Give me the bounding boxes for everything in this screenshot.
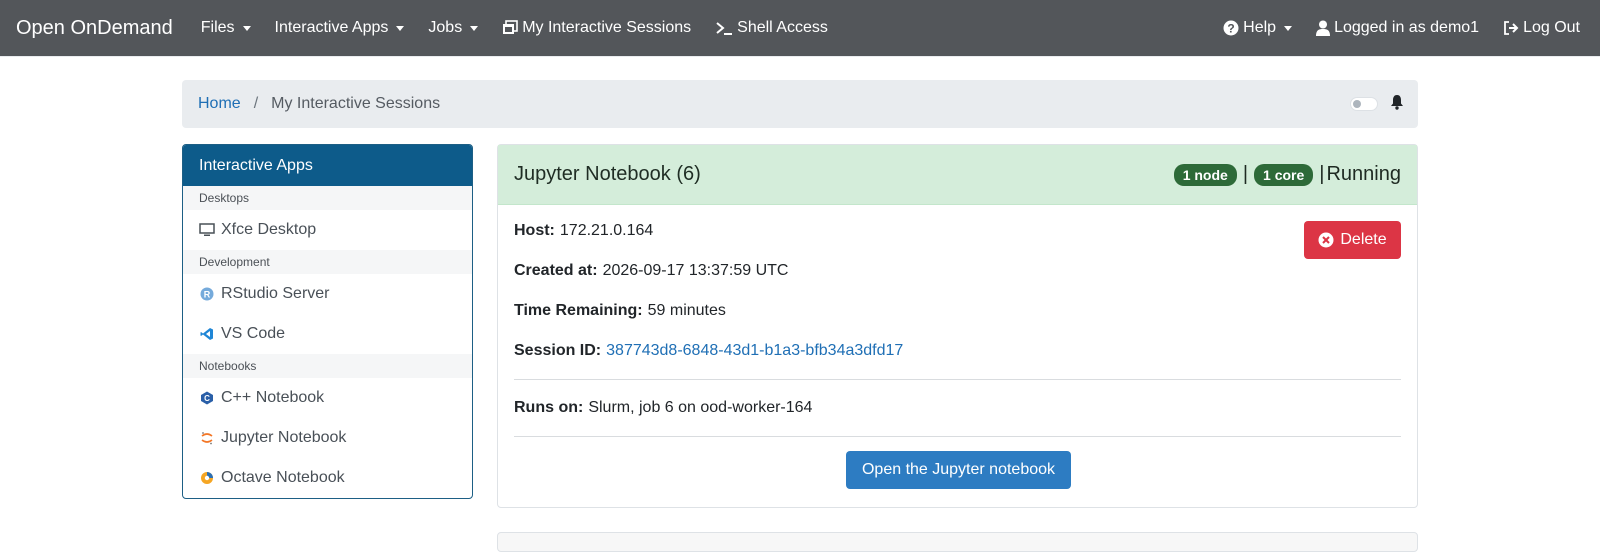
sidebar-item-rstudio-server[interactable]: R RStudio Server (183, 274, 472, 314)
nav-files[interactable]: Files (189, 19, 263, 37)
runs-on-value: Slurm, job 6 on ood-worker-164 (588, 399, 813, 416)
host-value: 172.21.0.164 (559, 222, 654, 239)
sidebar-item-label: RStudio Server (221, 285, 330, 302)
nav-interactive-apps-label: Interactive Apps (274, 19, 389, 36)
times-circle-icon (1318, 232, 1334, 248)
session-status-area: 1 node | 1 core | Running (1170, 163, 1401, 186)
sidebar-item-label: C++ Notebook (221, 389, 325, 406)
svg-text:R: R (204, 290, 211, 300)
time-remaining-label: Time Remaining: (514, 302, 643, 319)
divider (514, 379, 1401, 380)
rstudio-icon: R (199, 286, 215, 302)
toggle-knob (1353, 100, 1361, 108)
runs-on-label: Runs on: (514, 399, 584, 416)
interactive-apps-sidebar: Interactive Apps Desktops Xfce Desktop D… (182, 144, 473, 499)
sidebar-title: Interactive Apps (183, 145, 472, 186)
nav-interactive-apps[interactable]: Interactive Apps (263, 19, 417, 37)
session-card: Jupyter Notebook (6) 1 node | 1 core | R… (497, 144, 1418, 508)
delete-button-label: Delete (1340, 231, 1387, 248)
nav-my-interactive-sessions[interactable]: My Interactive Sessions (490, 19, 703, 37)
nav-user-label: Logged in as demo1 (1334, 19, 1480, 36)
session-card-body: Host: 172.21.0.164 Created at: 2026-09-1… (498, 205, 1417, 489)
nav-logout[interactable]: Log Out (1491, 19, 1592, 37)
nav-shell-access-label: Shell Access (737, 19, 828, 36)
nav-right-group: ? Help Logged in as demo1 Log Out (1211, 19, 1592, 37)
breadcrumb: Home / My Interactive Sessions (182, 80, 1418, 128)
nav-jobs-label: Jobs (428, 19, 463, 36)
sidebar-item-xfce-desktop[interactable]: Xfce Desktop (183, 210, 472, 250)
sidebar-category-development: Development (183, 250, 472, 274)
bell-icon (1390, 94, 1404, 115)
svg-text:C: C (204, 394, 210, 403)
status-separator: | (1319, 163, 1325, 185)
time-remaining-value: 59 minutes (647, 302, 726, 319)
session-id-label: Session ID: (514, 342, 602, 359)
sidebar-category-desktops: Desktops (183, 186, 472, 210)
divider (514, 436, 1401, 437)
navbar-divider (0, 56, 1600, 57)
breadcrumb-separator: / (253, 95, 259, 112)
created-value: 2026-09-17 13:37:59 UTC (602, 262, 789, 279)
nodes-badge: 1 node (1173, 163, 1237, 186)
user-icon (1316, 20, 1331, 36)
host-label: Host: (514, 222, 555, 239)
sidebar-item-jupyter-notebook[interactable]: Jupyter Notebook (183, 418, 472, 458)
runs-on-row: Runs on: Slurm, job 6 on ood-worker-164 (514, 388, 1401, 428)
question-circle-icon: ? (1223, 20, 1239, 36)
chevron-down-icon (470, 25, 479, 31)
sidebar-category-notebooks: Notebooks (183, 354, 472, 378)
sidebar-item-vs-code[interactable]: VS Code (183, 314, 472, 354)
breadcrumb-home-link[interactable]: Home (198, 95, 241, 113)
terminal-icon (715, 20, 733, 36)
sign-out-icon (1503, 20, 1519, 36)
sidebar-item-cpp-notebook[interactable]: C C++ Notebook (183, 378, 472, 418)
vscode-icon (199, 326, 215, 342)
time-remaining-row: Time Remaining: 59 minutes (514, 291, 1401, 331)
cpp-icon: C (199, 390, 215, 406)
chevron-down-icon (242, 25, 251, 31)
session-id-row: Session ID: 387743d8-6848-43d1-b1a3-bfb3… (514, 331, 1401, 371)
session-card-header: Jupyter Notebook (6) 1 node | 1 core | R… (498, 145, 1417, 205)
sidebar-item-octave-notebook[interactable]: Octave Notebook (183, 458, 472, 498)
svg-text:?: ? (1227, 22, 1234, 36)
sidebar-item-label: Octave Notebook (221, 469, 345, 486)
open-jupyter-button[interactable]: Open the Jupyter notebook (846, 451, 1071, 489)
octave-icon (199, 470, 215, 486)
session-status: Running (1326, 163, 1401, 185)
nav-shell-access[interactable]: Shell Access (703, 19, 840, 37)
nav-files-label: Files (200, 19, 235, 36)
nav-logout-label: Log Out (1523, 19, 1580, 36)
host-row: Host: 172.21.0.164 (514, 211, 1401, 251)
nav-user: Logged in as demo1 (1304, 19, 1491, 37)
sidebar-item-label: VS Code (221, 325, 286, 342)
chevron-down-icon (1284, 25, 1293, 31)
cores-badge: 1 core (1254, 163, 1314, 186)
brand-logo[interactable]: Open OnDemand (16, 17, 173, 40)
notification-toggle[interactable] (1350, 97, 1378, 111)
next-session-card (497, 532, 1418, 552)
session-id-link[interactable]: 387743d8-6848-43d1-b1a3-bfb34a3dfd17 (606, 342, 903, 360)
sidebar-item-label: Xfce Desktop (221, 221, 317, 238)
breadcrumb-current: My Interactive Sessions (271, 95, 441, 112)
chevron-down-icon (396, 25, 405, 31)
nav-my-interactive-sessions-label: My Interactive Sessions (522, 19, 692, 36)
monitor-icon (199, 222, 215, 238)
nav-help-label: Help (1243, 19, 1277, 36)
created-label: Created at: (514, 262, 598, 279)
top-navbar: Open OnDemand Files Interactive Apps Job… (0, 0, 1600, 56)
delete-button[interactable]: Delete (1304, 221, 1401, 259)
created-row: Created at: 2026-09-17 13:37:59 UTC (514, 251, 1401, 291)
status-separator: | (1242, 163, 1249, 185)
sidebar-item-label: Jupyter Notebook (221, 429, 347, 446)
nav-jobs[interactable]: Jobs (416, 19, 490, 37)
session-title: Jupyter Notebook (6) (514, 163, 701, 185)
jupyter-icon (199, 430, 215, 446)
nav-help[interactable]: ? Help (1211, 19, 1304, 37)
sessions-icon (502, 20, 518, 36)
